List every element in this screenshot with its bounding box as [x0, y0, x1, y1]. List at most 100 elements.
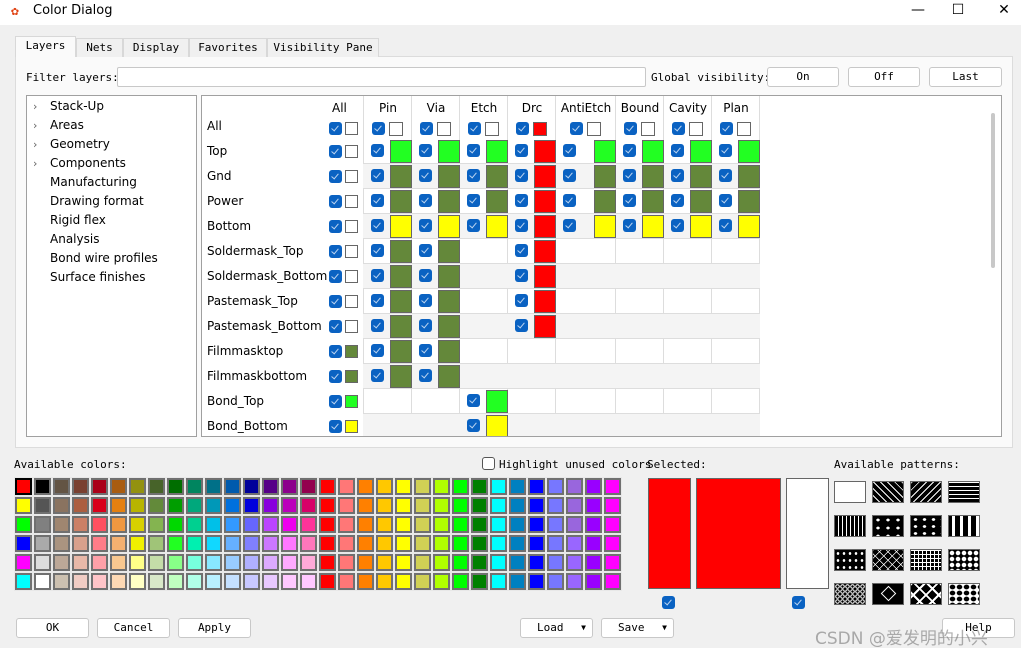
- palette-color-swatch[interactable]: [147, 534, 166, 553]
- visibility-checkbox[interactable]: [515, 194, 528, 207]
- palette-color-swatch[interactable]: [280, 477, 299, 496]
- palette-color-swatch[interactable]: [527, 477, 546, 496]
- palette-color-swatch[interactable]: [394, 534, 413, 553]
- pattern-crosses[interactable]: [910, 515, 942, 537]
- visibility-checkbox[interactable]: [329, 220, 342, 233]
- color-swatch[interactable]: [486, 415, 508, 436]
- visibility-checkbox[interactable]: [719, 194, 732, 207]
- palette-color-swatch[interactable]: [71, 534, 90, 553]
- color-swatch[interactable]: [438, 165, 460, 188]
- color-swatch[interactable]: [390, 140, 412, 163]
- cancel-button[interactable]: Cancel: [97, 618, 170, 638]
- palette-color-swatch[interactable]: [185, 553, 204, 572]
- global-on-button[interactable]: On: [767, 67, 839, 87]
- color-swatch[interactable]: [689, 122, 703, 136]
- global-off-button[interactable]: Off: [848, 67, 920, 87]
- palette-color-swatch[interactable]: [128, 534, 147, 553]
- tab-display[interactable]: Display: [123, 38, 189, 57]
- palette-color-swatch[interactable]: [71, 572, 90, 591]
- visibility-checkbox[interactable]: [515, 294, 528, 307]
- palette-color-swatch[interactable]: [223, 534, 242, 553]
- color-swatch[interactable]: [345, 245, 358, 258]
- color-swatch[interactable]: [737, 122, 751, 136]
- palette-color-swatch[interactable]: [204, 496, 223, 515]
- palette-color-swatch[interactable]: [261, 477, 280, 496]
- pattern-dots-vertical[interactable]: [834, 549, 866, 571]
- palette-color-swatch[interactable]: [470, 515, 489, 534]
- tab-favorites[interactable]: Favorites: [189, 38, 267, 57]
- palette-color-swatch[interactable]: [337, 496, 356, 515]
- palette-color-swatch[interactable]: [356, 477, 375, 496]
- palette-color-swatch[interactable]: [90, 534, 109, 553]
- color-swatch[interactable]: [534, 290, 556, 313]
- visibility-checkbox[interactable]: [468, 122, 481, 135]
- palette-color-swatch[interactable]: [603, 534, 622, 553]
- palette-color-swatch[interactable]: [451, 515, 470, 534]
- tab-layers[interactable]: Layers: [15, 36, 76, 57]
- palette-color-swatch[interactable]: [356, 496, 375, 515]
- visibility-checkbox[interactable]: [371, 219, 384, 232]
- palette-color-swatch[interactable]: [242, 477, 261, 496]
- palette-color-swatch[interactable]: [489, 572, 508, 591]
- visibility-checkbox[interactable]: [719, 219, 732, 232]
- palette-color-swatch[interactable]: [489, 534, 508, 553]
- palette-color-swatch[interactable]: [565, 477, 584, 496]
- palette-color-swatch[interactable]: [489, 496, 508, 515]
- palette-color-swatch[interactable]: [280, 553, 299, 572]
- selected-pattern-checkbox[interactable]: [792, 596, 805, 609]
- palette-color-swatch[interactable]: [280, 496, 299, 515]
- color-swatch[interactable]: [642, 140, 664, 163]
- visibility-checkbox[interactable]: [329, 320, 342, 333]
- palette-color-swatch[interactable]: [584, 572, 603, 591]
- palette-color-swatch[interactable]: [52, 572, 71, 591]
- palette-color-swatch[interactable]: [280, 572, 299, 591]
- visibility-checkbox[interactable]: [515, 144, 528, 157]
- palette-color-swatch[interactable]: [52, 477, 71, 496]
- palette-color-swatch[interactable]: [242, 534, 261, 553]
- palette-color-swatch[interactable]: [261, 534, 280, 553]
- palette-color-swatch[interactable]: [71, 496, 90, 515]
- palette-color-swatch[interactable]: [166, 553, 185, 572]
- visibility-checkbox[interactable]: [419, 344, 432, 357]
- palette-color-swatch[interactable]: [451, 572, 470, 591]
- palette-color-swatch[interactable]: [565, 572, 584, 591]
- visibility-checkbox[interactable]: [329, 122, 342, 135]
- pattern-vertical-lines[interactable]: [834, 515, 866, 537]
- pattern-diamonds[interactable]: [948, 583, 980, 605]
- palette-color-swatch[interactable]: [223, 572, 242, 591]
- visibility-checkbox[interactable]: [329, 270, 342, 283]
- layer-category-tree[interactable]: › Stack-Up › Areas › Geometry › Components Manuf…: [26, 95, 197, 437]
- color-swatch[interactable]: [345, 370, 358, 383]
- color-swatch[interactable]: [486, 215, 508, 238]
- color-swatch[interactable]: [390, 190, 412, 213]
- visibility-checkbox[interactable]: [563, 169, 576, 182]
- palette-color-swatch[interactable]: [128, 477, 147, 496]
- pattern-circles[interactable]: [834, 583, 866, 605]
- palette-color-swatch[interactable]: [603, 496, 622, 515]
- palette-color-swatch[interactable]: [90, 515, 109, 534]
- palette-color-swatch[interactable]: [546, 515, 565, 534]
- palette-color-swatch[interactable]: [147, 553, 166, 572]
- palette-color-swatch[interactable]: [128, 572, 147, 591]
- palette-color-swatch[interactable]: [299, 477, 318, 496]
- visibility-checkbox[interactable]: [515, 244, 528, 257]
- color-swatch[interactable]: [345, 220, 358, 233]
- palette-color-swatch[interactable]: [52, 496, 71, 515]
- palette-color-swatch[interactable]: [90, 496, 109, 515]
- visibility-checkbox[interactable]: [719, 169, 732, 182]
- palette-color-swatch[interactable]: [33, 496, 52, 515]
- palette-color-swatch[interactable]: [565, 496, 584, 515]
- color-swatch[interactable]: [594, 190, 616, 213]
- palette-color-swatch[interactable]: [356, 515, 375, 534]
- visibility-checkbox[interactable]: [329, 345, 342, 358]
- visibility-checkbox[interactable]: [624, 122, 637, 135]
- tree-item[interactable]: › Areas: [33, 116, 84, 135]
- palette-color-swatch[interactable]: [223, 477, 242, 496]
- visibility-checkbox[interactable]: [371, 194, 384, 207]
- color-swatch[interactable]: [438, 290, 460, 313]
- palette-color-swatch[interactable]: [109, 553, 128, 572]
- visibility-checkbox[interactable]: [467, 169, 480, 182]
- palette-color-swatch[interactable]: [470, 553, 489, 572]
- palette-color-swatch[interactable]: [470, 572, 489, 591]
- ok-button[interactable]: OK: [16, 618, 89, 638]
